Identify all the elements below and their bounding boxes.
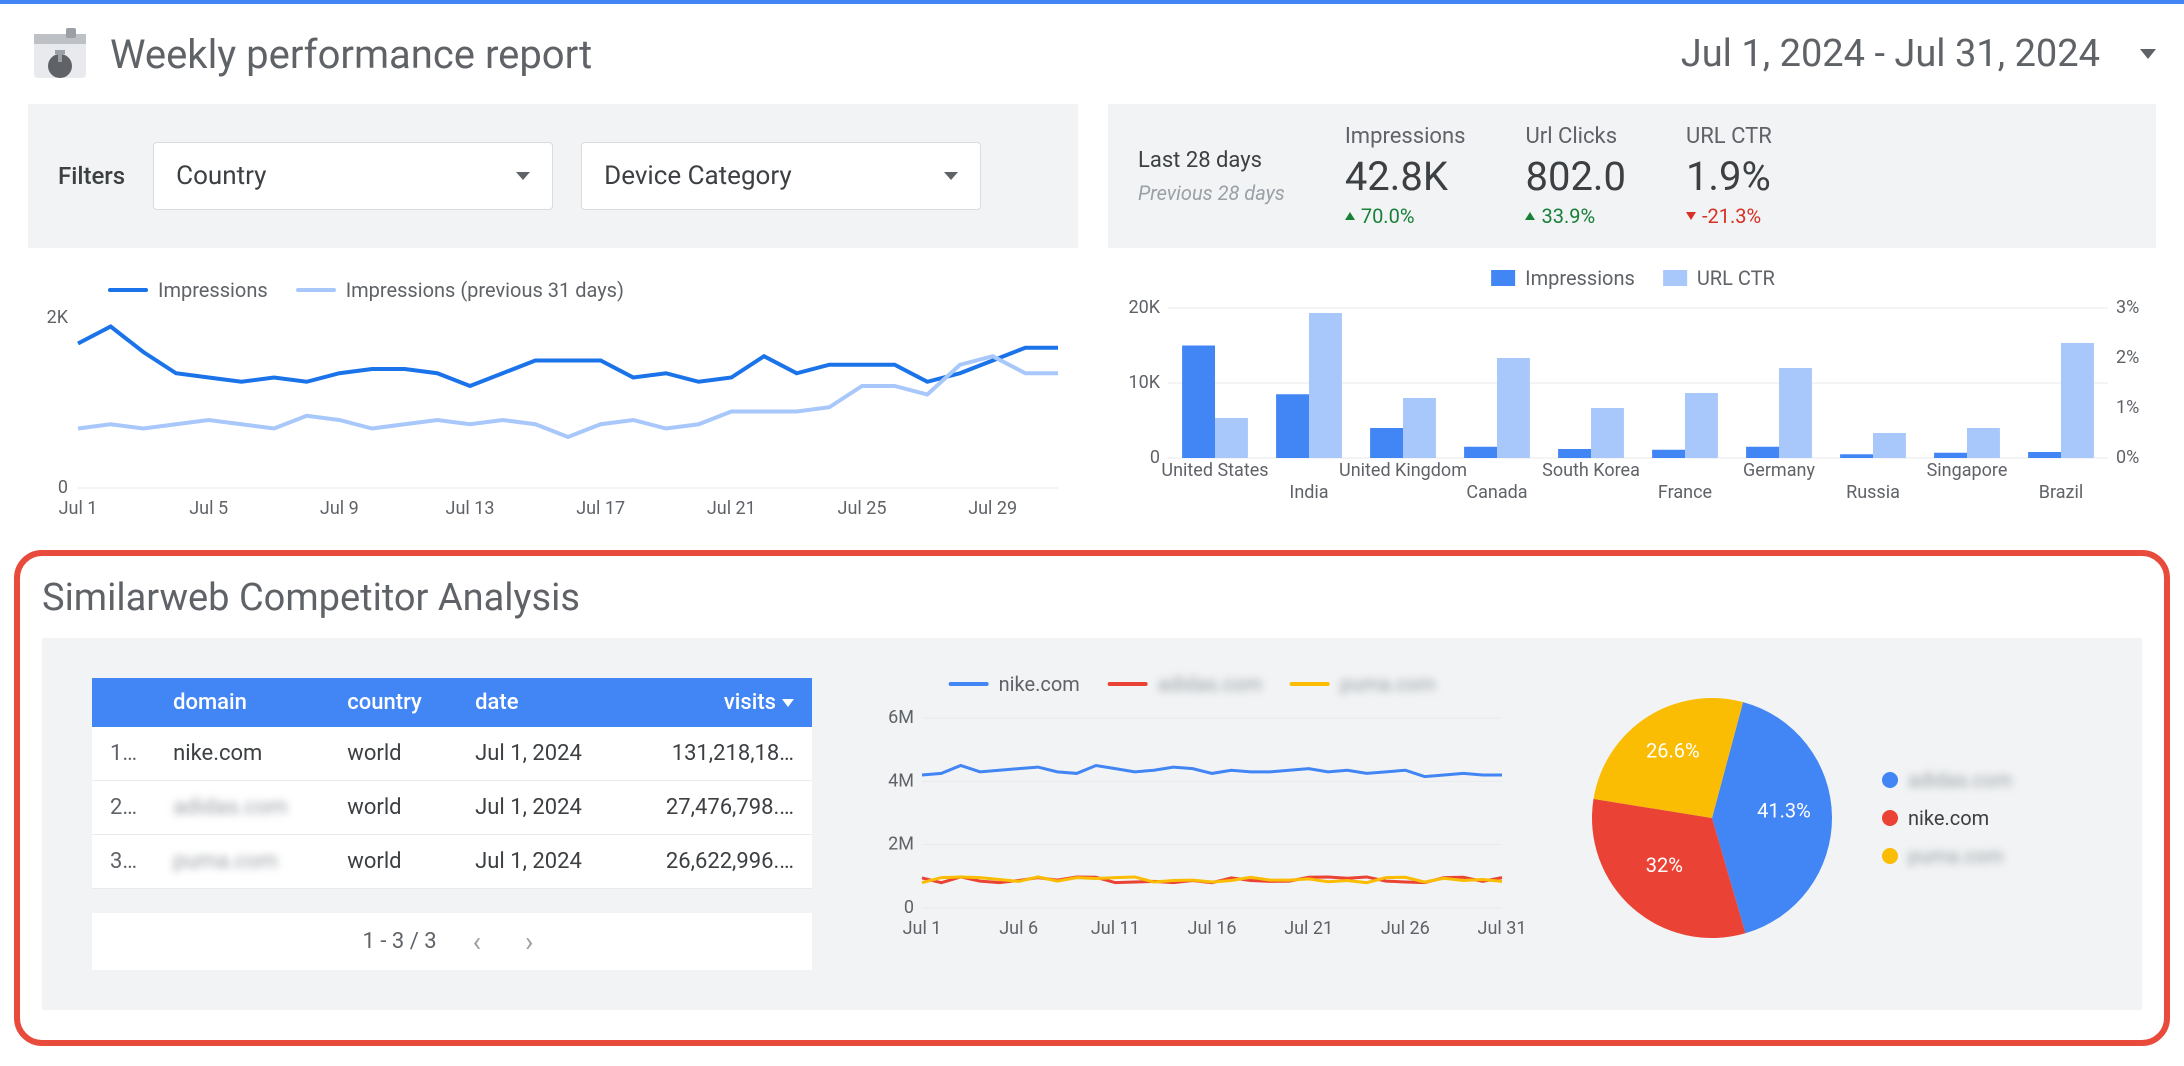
svg-text:Jul 29: Jul 29 — [968, 498, 1017, 519]
metric-impressions: Impressions 42.8K 70.0% — [1345, 124, 1466, 228]
svg-text:Jul 17: Jul 17 — [576, 498, 625, 519]
svg-text:Singapore: Singapore — [1927, 460, 2008, 481]
chevron-down-icon — [516, 172, 530, 180]
metrics-panel: Last 28 days Previous 28 days Impression… — [1108, 104, 2156, 248]
date-range-picker[interactable]: Jul 1, 2024 - Jul 31, 2024 — [1681, 32, 2156, 76]
svg-text:0%: 0% — [2116, 447, 2139, 468]
period-current: Last 28 days — [1138, 148, 1285, 173]
page-title: Weekly performance report — [110, 31, 592, 78]
impressions-line-chart: Impressions Impressions (previous 31 day… — [28, 278, 1078, 518]
period-previous: Previous 28 days — [1138, 181, 1285, 205]
metric-url-ctr: URL CTR 1.9% -21.3% — [1686, 124, 1772, 228]
svg-text:2%: 2% — [2116, 347, 2139, 368]
col-visits[interactable]: visits — [622, 678, 812, 727]
device-category-dropdown[interactable]: Device Category — [581, 142, 981, 210]
competitor-line-chart: nike.com adidas.com puma.com 02M4M6MJul … — [872, 678, 1512, 938]
svg-text:Jul 21: Jul 21 — [707, 498, 756, 519]
pager-prev-button[interactable]: ‹ — [465, 925, 489, 958]
competitor-pie-chart: 41.3%32%26.6% adidas.com nike.com puma.c… — [1572, 678, 2092, 958]
svg-text:Jul 21: Jul 21 — [1284, 918, 1333, 939]
svg-text:4M: 4M — [888, 770, 914, 791]
svg-text:0: 0 — [904, 897, 914, 918]
report-icon — [28, 22, 92, 86]
chevron-down-icon — [944, 172, 958, 180]
chevron-down-icon — [2140, 49, 2156, 59]
arrow-up-icon — [1345, 212, 1355, 220]
report-header: Weekly performance report Jul 1, 2024 - … — [0, 4, 2184, 104]
filters-panel: Filters Country Device Category — [28, 104, 1078, 248]
svg-text:India: India — [1289, 482, 1328, 503]
col-date[interactable]: date — [457, 678, 622, 727]
col-domain[interactable]: domain — [155, 678, 329, 727]
pager-range: 1 - 3 / 3 — [363, 929, 437, 954]
col-country[interactable]: country — [329, 678, 457, 727]
svg-text:Jul 1: Jul 1 — [59, 498, 98, 519]
svg-text:1%: 1% — [2116, 397, 2139, 418]
svg-text:Jul 26: Jul 26 — [1381, 918, 1430, 939]
svg-text:Jul 11: Jul 11 — [1091, 918, 1140, 939]
svg-text:Germany: Germany — [1743, 460, 1815, 481]
svg-text:United Kingdom: United Kingdom — [1339, 460, 1467, 481]
svg-text:Jul 9: Jul 9 — [320, 498, 359, 519]
svg-text:3%: 3% — [2116, 297, 2139, 318]
svg-text:France: France — [1658, 482, 1712, 503]
filters-label: Filters — [58, 162, 125, 190]
competitor-analysis-section: Similarweb Competitor Analysis domain co… — [14, 550, 2170, 1046]
arrow-up-icon — [1525, 212, 1535, 220]
svg-text:Jul 25: Jul 25 — [838, 498, 887, 519]
svg-text:0: 0 — [1150, 447, 1160, 468]
sort-desc-icon — [782, 699, 794, 707]
svg-text:Jul 1: Jul 1 — [903, 918, 942, 939]
date-range-label: Jul 1, 2024 - Jul 31, 2024 — [1681, 32, 2100, 76]
svg-text:20K: 20K — [1128, 297, 1160, 318]
table-pager: 1 - 3 / 3 ‹ › — [92, 913, 812, 970]
pager-next-button[interactable]: › — [517, 925, 541, 958]
svg-text:Canada: Canada — [1466, 482, 1527, 503]
svg-text:32%: 32% — [1646, 853, 1683, 877]
svg-text:Jul 31: Jul 31 — [1478, 918, 1527, 939]
svg-text:0: 0 — [58, 477, 68, 498]
section-title: Similarweb Competitor Analysis — [42, 576, 2142, 620]
svg-text:Jul 16: Jul 16 — [1188, 918, 1237, 939]
svg-text:6M: 6M — [888, 707, 914, 728]
svg-text:Brazil: Brazil — [2039, 482, 2083, 503]
svg-text:Jul 13: Jul 13 — [446, 498, 495, 519]
svg-text:Jul 6: Jul 6 — [999, 918, 1038, 939]
metric-url-clicks: Url Clicks 802.0 33.9% — [1525, 124, 1625, 228]
table-row[interactable]: 1…nike.comworldJul 1, 2024131,218,18… — [92, 727, 812, 781]
svg-text:2M: 2M — [888, 834, 914, 855]
country-bar-chart: Impressions URL CTR 010K20K0%1%2%3%Unite… — [1108, 278, 2158, 518]
svg-text:41.3%: 41.3% — [1757, 798, 1811, 822]
table-row[interactable]: 3…puma.comworldJul 1, 202426,622,996.… — [92, 835, 812, 889]
svg-text:South Korea: South Korea — [1542, 460, 1640, 481]
arrow-down-icon — [1686, 212, 1696, 220]
table-row[interactable]: 2…adidas.comworldJul 1, 202427,476,798.… — [92, 781, 812, 835]
country-dropdown[interactable]: Country — [153, 142, 553, 210]
svg-text:Jul 5: Jul 5 — [189, 498, 228, 519]
svg-text:Russia: Russia — [1846, 482, 1900, 503]
svg-text:10K: 10K — [1128, 372, 1160, 393]
svg-text:26.6%: 26.6% — [1646, 739, 1700, 763]
competitor-table: domain country date visits 1…nike.comwor… — [92, 678, 812, 970]
svg-text:2K: 2K — [47, 307, 69, 328]
svg-text:United States: United States — [1161, 460, 1268, 481]
